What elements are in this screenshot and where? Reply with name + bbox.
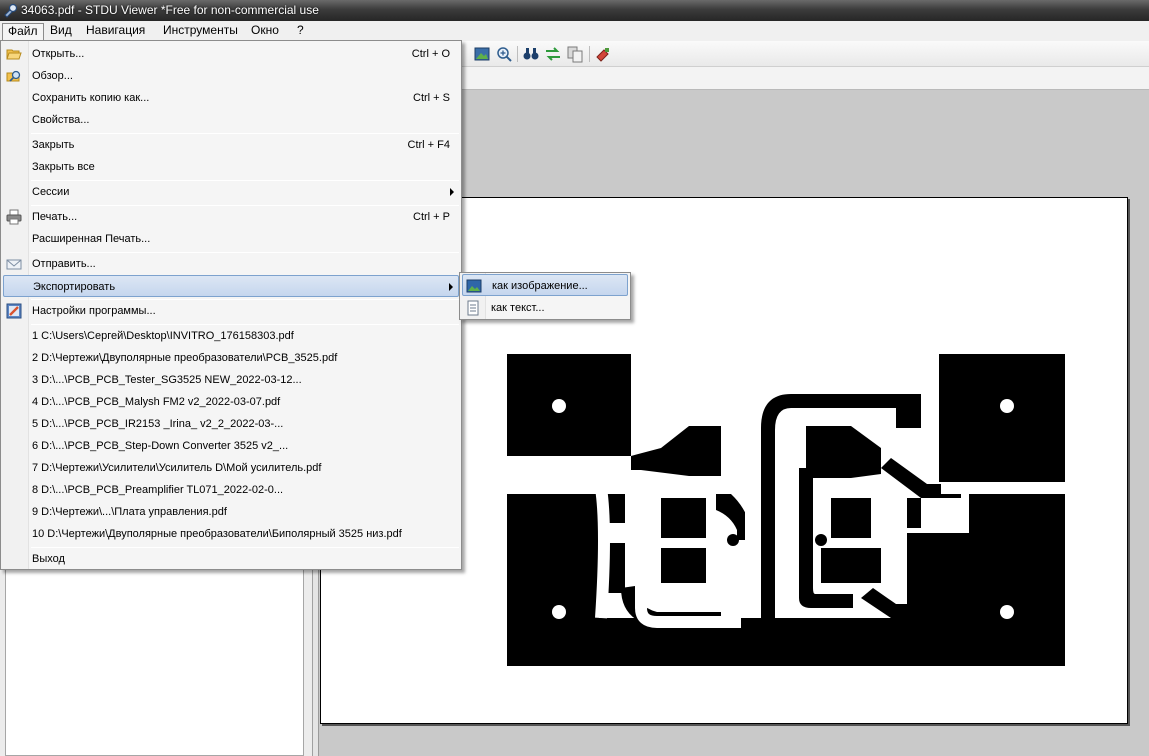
copy-pages-icon[interactable] xyxy=(566,45,584,63)
menu-item-open[interactable]: Открыть... Ctrl + O xyxy=(3,43,459,65)
menu-item-shortcut: Ctrl + O xyxy=(411,48,450,60)
menu-bar: Файл Вид Навигация Инструменты Окно ? xyxy=(0,21,1149,41)
submenu-arrow-icon xyxy=(450,188,454,196)
settings-icon xyxy=(6,303,22,319)
menu-item-close[interactable]: Закрыть Ctrl + F4 xyxy=(3,134,459,156)
menu-item-send[interactable]: Отправить... xyxy=(3,253,459,275)
file-menu: Открыть... Ctrl + O Обзор... Сохранить к… xyxy=(0,40,462,570)
recent-file-item[interactable]: 8 D:\...\PCB_PCB_Preamplifier TL071_2022… xyxy=(3,479,459,501)
recent-file-item[interactable]: 10 D:\Чертежи\Двуполярные преобразовател… xyxy=(3,523,459,545)
recent-file-label: 3 D:\...\PCB_PCB_Tester_SG3525 NEW_2022-… xyxy=(32,374,302,386)
toolbar-separator xyxy=(589,46,590,62)
printer-icon xyxy=(6,209,22,225)
menu-item-settings[interactable]: Настройки программы... xyxy=(3,300,459,322)
recent-file-item[interactable]: 3 D:\...\PCB_PCB_Tester_SG3525 NEW_2022-… xyxy=(3,369,459,391)
recent-file-item[interactable]: 9 D:\Чертежи\...\Плата управления.pdf xyxy=(3,501,459,523)
browse-icon xyxy=(6,70,21,82)
menu-item-sessions[interactable]: Сессии xyxy=(3,181,459,203)
menu-item-export[interactable]: Экспортировать xyxy=(3,275,459,297)
submenu-arrow-icon xyxy=(449,283,453,291)
menu-item-label: Закрыть xyxy=(32,139,75,151)
image-icon xyxy=(466,279,482,293)
menu-help[interactable]: ? xyxy=(292,23,309,40)
recent-file-item[interactable]: 7 D:\Чертежи\Усилители\Усилитель D\Мой у… xyxy=(3,457,459,479)
recent-file-item[interactable]: 5 D:\...\PCB_PCB_IR2153 _Irina_ v2_2_202… xyxy=(3,413,459,435)
recent-file-label: 1 C:\Users\Сергей\Desktop\INVITRO_176158… xyxy=(32,330,294,342)
menu-window[interactable]: Окно xyxy=(246,23,284,40)
menu-item-label: Сохранить копию как... xyxy=(32,92,150,104)
app-icon xyxy=(4,3,18,18)
menu-item-label: Расширенная Печать... xyxy=(32,233,151,245)
recent-file-label: 4 D:\...\PCB_PCB_Malysh FM2 v2_2022-03-0… xyxy=(32,396,281,408)
recent-file-label: 6 D:\...\PCB_PCB_Step-Down Converter 352… xyxy=(32,440,289,452)
menu-item-shortcut: Ctrl + F4 xyxy=(407,139,450,151)
menu-item-save-copy[interactable]: Сохранить копию как... Ctrl + S xyxy=(3,87,459,109)
recent-file-label: 5 D:\...\PCB_PCB_IR2153 _Irina_ v2_2_202… xyxy=(32,418,284,430)
zoom-in-icon[interactable] xyxy=(495,45,513,63)
menu-item-label: Печать... xyxy=(32,211,78,223)
menu-view[interactable]: Вид xyxy=(45,23,77,40)
recent-file-item[interactable]: 6 D:\...\PCB_PCB_Step-Down Converter 352… xyxy=(3,435,459,457)
toolbar-separator xyxy=(517,46,518,62)
export-image-icon[interactable] xyxy=(473,45,491,63)
menu-item-label: Отправить... xyxy=(32,258,96,270)
menu-item-shortcut: Ctrl + S xyxy=(413,92,450,104)
menu-item-label: Экспортировать xyxy=(33,281,116,293)
menu-item-exit[interactable]: Выход xyxy=(3,548,459,570)
menu-item-shortcut: Ctrl + P xyxy=(413,211,450,223)
menu-item-label: как изображение... xyxy=(492,280,588,292)
menu-item-label: Выход xyxy=(32,553,65,565)
menu-file[interactable]: Файл xyxy=(2,23,44,40)
sync-arrows-icon[interactable] xyxy=(544,45,562,63)
recent-file-item[interactable]: 1 C:\Users\Сергей\Desktop\INVITRO_176158… xyxy=(3,325,459,347)
menu-item-label: Настройки программы... xyxy=(32,305,156,317)
menu-item-label: Закрыть все xyxy=(32,161,95,173)
menu-item-label: Свойства... xyxy=(32,114,90,126)
menu-navigation[interactable]: Навигация xyxy=(81,23,150,40)
recent-file-label: 9 D:\Чертежи\...\Плата управления.pdf xyxy=(32,506,227,518)
menu-tools[interactable]: Инструменты xyxy=(158,23,243,40)
export-as-image-item[interactable]: как изображение... xyxy=(462,274,628,296)
menu-item-label: Сессии xyxy=(32,186,70,198)
menu-item-label: Обзор... xyxy=(32,70,73,82)
title-bar: 34063.pdf - STDU Viewer *Free for non-co… xyxy=(0,0,1149,21)
menu-item-label: как текст... xyxy=(491,302,545,314)
menu-item-browse[interactable]: Обзор... xyxy=(3,65,459,87)
envelope-icon xyxy=(6,259,22,270)
find-icon[interactable] xyxy=(522,45,540,63)
recent-file-label: 10 D:\Чертежи\Двуполярные преобразовател… xyxy=(32,528,402,540)
menu-item-properties[interactable]: Свойства... xyxy=(3,109,459,131)
recent-file-item[interactable]: 2 D:\Чертежи\Двуполярные преобразователи… xyxy=(3,347,459,369)
text-document-icon xyxy=(467,300,479,316)
export-as-text-item[interactable]: как текст... xyxy=(462,297,628,319)
menu-item-label: Открыть... xyxy=(32,48,85,60)
folder-open-icon xyxy=(6,49,22,60)
menu-item-advanced-print[interactable]: Расширенная Печать... xyxy=(3,228,459,250)
recent-file-label: 7 D:\Чертежи\Усилители\Усилитель D\Мой у… xyxy=(32,462,322,474)
menu-item-print[interactable]: Печать... Ctrl + P xyxy=(3,206,459,228)
recent-file-item[interactable]: 4 D:\...\PCB_PCB_Malysh FM2 v2_2022-03-0… xyxy=(3,391,459,413)
recent-file-label: 8 D:\...\PCB_PCB_Preamplifier TL071_2022… xyxy=(32,484,284,496)
export-submenu: как изображение... как текст... xyxy=(459,272,631,320)
menu-item-close-all[interactable]: Закрыть все xyxy=(3,156,459,178)
recent-file-label: 2 D:\Чертежи\Двуполярные преобразователи… xyxy=(32,352,338,364)
highlighter-icon[interactable] xyxy=(594,45,612,63)
window-title: 34063.pdf - STDU Viewer *Free for non-co… xyxy=(21,3,319,17)
